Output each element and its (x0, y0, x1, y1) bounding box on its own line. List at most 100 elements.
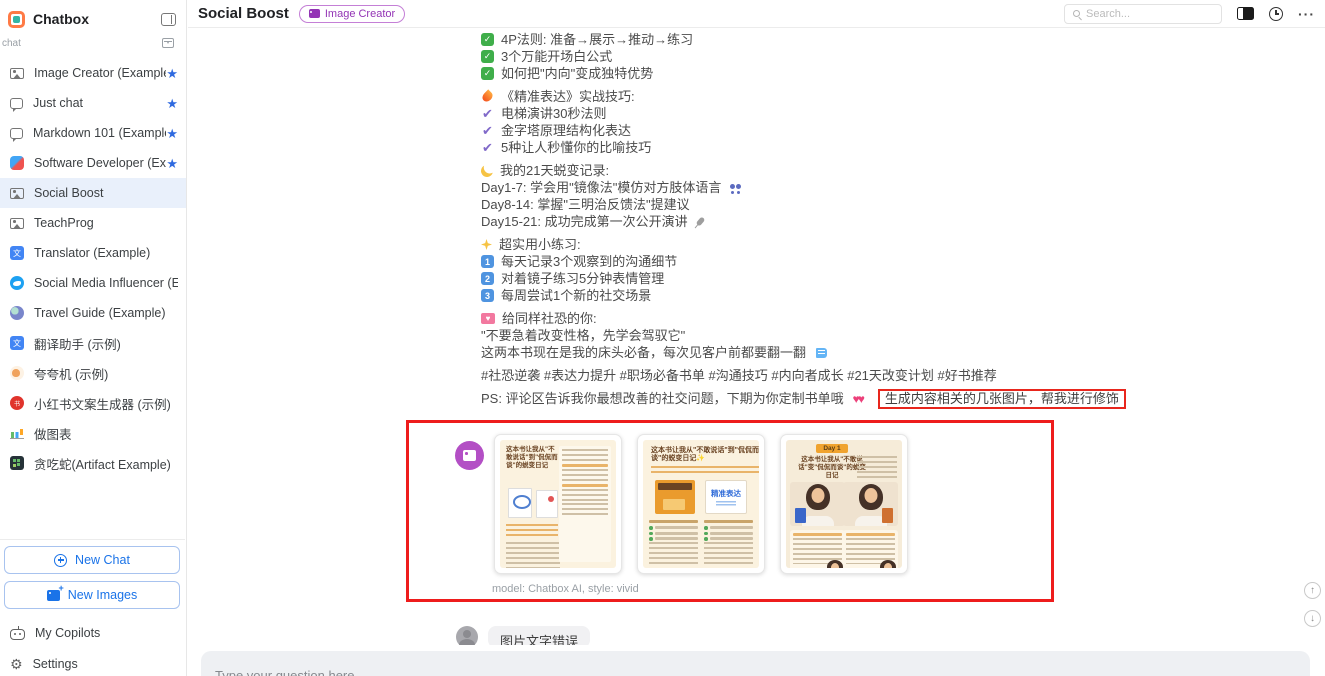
image-creator-badge[interactable]: Image Creator (298, 4, 406, 23)
photo-woman-orange-book (843, 482, 898, 526)
image-icon (10, 217, 24, 229)
sidebar-item-label: 贪吃蛇(Artifact Example) (34, 457, 171, 472)
new-chat-label: New Chat (75, 553, 130, 567)
plus-icon (54, 553, 68, 567)
sidebar-item-label: 小红书文案生成器 (示例) (34, 397, 171, 412)
generated-image-1[interactable]: 这本书让我从"不敢说话"到"侃侃而谈"的蜕变日记 (494, 434, 622, 574)
archive-icon[interactable]: ▾ (162, 38, 174, 48)
sidebar-item-markdown-101[interactable]: Markdown 101 (Example) ★ (0, 118, 186, 148)
photo-woman-small (880, 560, 896, 568)
generated-image-grid: 这本书让我从"不敢说话"到"侃侃而谈"的蜕变日记 这本书让我从"不敢说话"到"侃… (494, 434, 908, 574)
sidebar-item-label: Image Creator (Example) (34, 66, 167, 80)
generated-images-annotation-box: 这本书让我从"不敢说话"到"侃侃而谈"的蜕变日记 这本书让我从"不敢说话"到"侃… (406, 420, 1054, 602)
red-annotation-text: 生成内容相关的几张图片，帮我进行修饰 (877, 388, 1126, 409)
message-line: 《精准表达》实战技巧: (501, 89, 635, 104)
generated-image-2[interactable]: 这本书让我从"不敢说话"到"侃侃而谈"的蜕变日记✨ 精准表达 (637, 434, 765, 574)
star-icon[interactable]: ★ (166, 97, 178, 110)
sidebar-item-label: Social Boost (34, 186, 104, 200)
message-line: 金字塔原理结构化表达 (501, 123, 632, 138)
my-copilots-button[interactable]: My Copilots (0, 620, 186, 646)
hashtags-line: #社恐逆袭 #表达力提升 #职场必备书单 #沟通技巧 #内向者成长 #21天改变… (481, 368, 997, 383)
app-title: Chatbox (33, 11, 89, 27)
sidebar-item-teachprog[interactable]: TeachProg (0, 208, 186, 238)
assistant-message: 4P法则: 准备→展示→推动→练习 3个万能开场白公式 如何把"内向"变成独特优… (480, 31, 1126, 409)
number-3-emoji: 3 (481, 289, 494, 302)
chatbox-app-window: Chatbox chat ▾ Image Creator (Example) ★… (0, 0, 1325, 676)
bar-chart-icon (10, 427, 24, 439)
message-line: 这两本书现在是我的床头必备，每次见客户前都要翻一翻 (481, 345, 807, 360)
sidebar-item-kuakuaji[interactable]: 夸夸机 (示例) (0, 358, 186, 388)
sidebar-item-make-charts[interactable]: 做图表 (0, 418, 186, 448)
sidebar-item-social-boost[interactable]: Social Boost (0, 178, 186, 208)
message-line: 超实用小练习: (499, 237, 581, 252)
fire-emoji (480, 89, 495, 104)
new-chat-button[interactable]: New Chat (4, 546, 180, 574)
image-icon (308, 9, 320, 18)
check-emoji (481, 123, 494, 139)
message-line: 3个万能开场白公式 (501, 49, 613, 64)
generated-image-3[interactable]: Day 1 这本书让我从"不敢说话"变"侃侃而谈"的蜕变日记 (780, 434, 908, 574)
sidebar-item-snake-game[interactable]: 贪吃蛇(Artifact Example) (0, 448, 186, 478)
message-line: Day1-7: 学会用"镜像法"模仿对方肢体语言 (481, 180, 722, 195)
settings-button[interactable]: ⚙ Settings (0, 651, 186, 676)
settings-label: Settings (32, 657, 78, 671)
message-line: PS: 评论区告诉我你最想改善的社交问题，下期为你定制书单哦 (481, 391, 844, 406)
message-line: 5种让人秒懂你的比喻技巧 (501, 140, 652, 155)
message-line: 如何把"内向"变成独特优势 (501, 66, 654, 81)
scroll-up-button[interactable]: ↑ (1304, 582, 1321, 599)
image-title-text: 这本书让我从"不敢说话"到"侃侃而谈"的蜕变日记 (506, 446, 558, 469)
scroll-down-button[interactable]: ↓ (1304, 610, 1321, 627)
search-box[interactable] (1064, 3, 1222, 24)
collapse-sidebar-icon[interactable] (161, 12, 176, 26)
chatbox-logo-icon (8, 10, 25, 28)
history-icon[interactable] (1269, 6, 1283, 21)
sidebar-item-xiaohongshu-generator[interactable]: 书 小红书文案生成器 (示例) (0, 388, 186, 418)
sidebar-item-translate-assistant[interactable]: 文 翻译助手 (示例) (0, 328, 186, 358)
composer-bar (188, 645, 1325, 676)
number-1-emoji: 1 (481, 255, 494, 268)
book-emoji (816, 347, 828, 358)
day-1-tag: Day 1 (816, 444, 848, 453)
star-icon[interactable]: ★ (166, 157, 178, 170)
sidebar: Chatbox chat ▾ Image Creator (Example) ★… (0, 0, 187, 676)
book-title-text: 精准表达 (711, 489, 741, 498)
message-input[interactable] (201, 651, 1310, 676)
check-mark-emoji (481, 33, 494, 46)
search-input[interactable] (1086, 7, 1213, 20)
robot-icon (10, 626, 25, 640)
message-line: "不要急着改变性格，先学会驾驭它" (481, 328, 686, 343)
my-copilots-label: My Copilots (35, 626, 101, 640)
two-hearts-emoji: ♥♥ (852, 391, 865, 406)
sidebar-item-translator[interactable]: 文 Translator (Example) (0, 238, 186, 268)
gear-icon: ⚙ (10, 656, 23, 672)
sidebar-item-social-media-influencer[interactable]: Social Media Influencer (Exa... (0, 268, 186, 298)
chat-bubble-icon (10, 127, 23, 142)
number-2-emoji: 2 (481, 272, 494, 285)
sidebar-item-image-creator[interactable]: Image Creator (Example) ★ (0, 58, 186, 88)
more-options-icon[interactable]: ··· (1298, 7, 1315, 21)
book-cover-white: 精准表达 (705, 480, 747, 514)
split-view-icon[interactable] (1237, 7, 1254, 20)
new-images-button[interactable]: New Images (4, 581, 180, 609)
chat-list: Image Creator (Example) ★ Just chat ★ Ma… (0, 58, 186, 478)
image-icon (463, 450, 476, 461)
sidebar-item-just-chat[interactable]: Just chat ★ (0, 88, 186, 118)
star-icon[interactable]: ★ (166, 67, 178, 80)
message-line: 每天记录3个观察到的沟通细节 (501, 254, 678, 269)
star-icon[interactable]: ★ (166, 127, 178, 140)
photo-woman-blue-book (790, 482, 845, 526)
sidebar-item-travel-guide[interactable]: Travel Guide (Example) (0, 298, 186, 328)
check-mark-emoji (481, 50, 494, 63)
sidebar-item-label: Software Developer (Ex... (34, 156, 167, 170)
sidebar-item-label: TeachProg (34, 216, 94, 230)
search-icon (1073, 10, 1080, 17)
image-model-caption: model: Chatbox AI, style: vivid (492, 583, 639, 595)
translator-icon: 文 (10, 246, 24, 260)
sidebar-item-label: Social Media Influencer (Exa... (34, 276, 178, 290)
book-cover (536, 490, 558, 518)
message-line: 电梯演讲30秒法则 (501, 106, 607, 121)
sidebar-item-software-developer[interactable]: Software Developer (Ex... ★ (0, 148, 186, 178)
sidebar-header: Chatbox (0, 0, 186, 30)
people-emoji (730, 184, 742, 189)
message-line: 我的21天蜕变记录: (500, 163, 610, 178)
